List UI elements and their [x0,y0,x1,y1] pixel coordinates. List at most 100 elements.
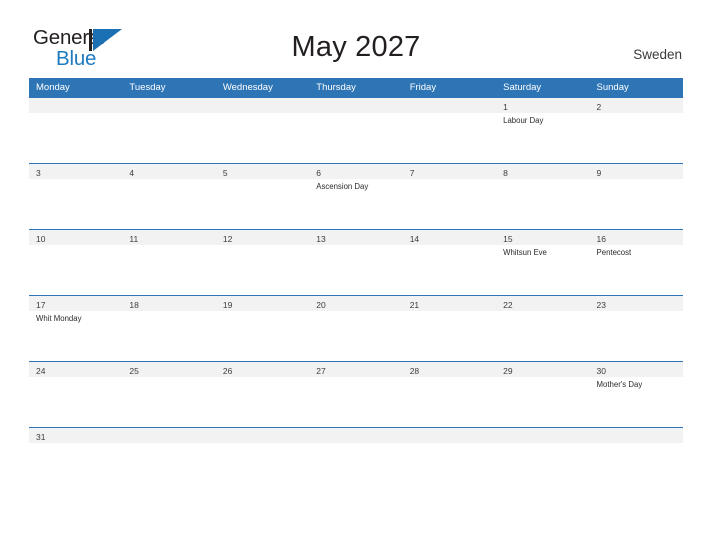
day-number [122,102,129,112]
day-number-strip: 24 [29,362,123,377]
calendar-day-cell[interactable]: 16 Pentecost [589,230,683,295]
day-events [403,245,496,247]
calendar-day-cell[interactable]: 24 [29,362,123,427]
holiday-event-label: Labour Day [503,116,544,125]
calendar-day-cell[interactable]: 29 [496,362,590,427]
calendar-day-cell[interactable]: 31 [29,428,123,454]
calendar-day-cell[interactable]: 5 [215,164,310,229]
day-number-strip [402,428,497,443]
calendar-day-cell[interactable]: 19 [215,296,310,361]
calendar-day-cell[interactable]: 1 Labour Day [496,98,590,163]
calendar-empty-cell [29,98,123,163]
weekday-header-thursday: Thursday [316,82,356,93]
day-number: 13 [316,234,326,244]
day-number: 23 [596,300,606,310]
day-number-strip: 5 [215,164,310,179]
day-events [496,377,589,379]
day-events [403,377,496,379]
day-number: 7 [409,168,415,178]
day-number-strip: 28 [402,362,497,377]
calendar-day-cell[interactable]: 12 [215,230,310,295]
calendar-day-cell[interactable]: 23 [589,296,683,361]
day-events [122,245,215,247]
day-number: 15 [503,234,513,244]
day-events [216,113,309,115]
day-number-strip: 9 [589,164,683,179]
day-events: Mother's Day [590,377,683,390]
day-number: 27 [316,366,326,376]
calendar-day-cell[interactable]: 3 [29,164,123,229]
calendar-week-cells: 17 Whit Monday 18 19 20 21 22 23 [29,296,683,361]
weekday-header-row: Monday Tuesday Wednesday Thursday Friday… [29,78,683,98]
day-events: Labour Day [496,113,589,126]
day-number-strip [122,98,216,113]
day-number-strip: 13 [309,230,403,245]
day-events [216,245,309,247]
day-number-strip [496,428,590,443]
day-number: 17 [36,300,46,310]
calendar-day-cell[interactable]: 20 [309,296,403,361]
calendar-empty-cell [215,428,310,454]
calendar-page: General Blue May 2027 Sweden Monday Tues… [0,0,712,550]
day-number-strip [215,428,310,443]
calendar-day-cell[interactable]: 14 [402,230,497,295]
calendar-empty-cell [589,428,683,454]
calendar-day-cell[interactable]: 13 [309,230,403,295]
day-number: 19 [222,300,233,310]
calendar-week-row: 10 11 12 13 14 15 Whitsun Eve 16 Pentecost [29,229,683,295]
calendar-week-row: 31 [29,427,683,454]
calendar-day-cell[interactable]: 15 Whitsun Eve [496,230,590,295]
day-events [309,377,402,379]
day-number: 2 [596,102,602,112]
day-number [403,432,410,442]
calendar-day-cell[interactable]: 22 [496,296,590,361]
weekday-header-friday: Friday [409,82,437,93]
day-number: 22 [503,300,513,310]
calendar-week-row: 3 4 5 6 Ascension Day 7 8 9 [29,163,683,229]
day-events [496,311,589,313]
day-events [309,443,402,445]
calendar-day-cell[interactable]: 2 [589,98,683,163]
holiday-event-label: Mother's Day [596,380,643,389]
day-number-strip: 4 [122,164,216,179]
day-events [122,311,215,313]
day-number: 30 [596,366,606,376]
calendar-empty-cell [122,98,216,163]
calendar-day-cell[interactable]: 25 [122,362,216,427]
day-number-strip: 7 [402,164,497,179]
day-events [590,113,683,115]
day-number-strip [309,428,403,443]
day-events [309,245,402,247]
calendar-day-cell[interactable]: 18 [122,296,216,361]
calendar-week-row: 1 Labour Day 2 [29,98,683,163]
calendar-day-cell[interactable]: 8 [496,164,590,229]
holiday-event-label: Pentecost [596,248,632,257]
calendar-day-cell[interactable]: 7 [402,164,497,229]
calendar-day-cell[interactable]: 9 [589,164,683,229]
weekday-header-monday: Monday [36,82,70,93]
calendar-day-cell[interactable]: 4 [122,164,216,229]
calendar-day-cell[interactable]: 17 Whit Monday [29,296,123,361]
calendar-day-cell[interactable]: 11 [122,230,216,295]
day-events [216,443,309,445]
calendar-day-cell[interactable]: 21 [402,296,497,361]
calendar-empty-cell [122,428,216,454]
calendar-day-cell[interactable]: 27 [309,362,403,427]
calendar-day-cell[interactable]: 28 [402,362,497,427]
calendar-day-cell[interactable]: 26 [215,362,310,427]
day-events [590,311,683,313]
day-number: 6 [316,168,321,178]
calendar-day-cell[interactable]: 30 Mother's Day [589,362,683,427]
day-events [309,113,402,115]
day-number [309,102,316,112]
calendar-empty-cell [402,428,497,454]
weekday-header-wednesday: Wednesday [222,82,273,93]
day-number: 8 [503,168,508,178]
day-events [309,311,402,313]
day-events: Whit Monday [29,311,122,324]
calendar-day-cell[interactable]: 10 [29,230,123,295]
calendar-day-cell[interactable]: 6 Ascension Day [309,164,403,229]
day-number: 5 [222,168,228,178]
day-number-strip [309,98,403,113]
day-number-strip [589,428,683,443]
